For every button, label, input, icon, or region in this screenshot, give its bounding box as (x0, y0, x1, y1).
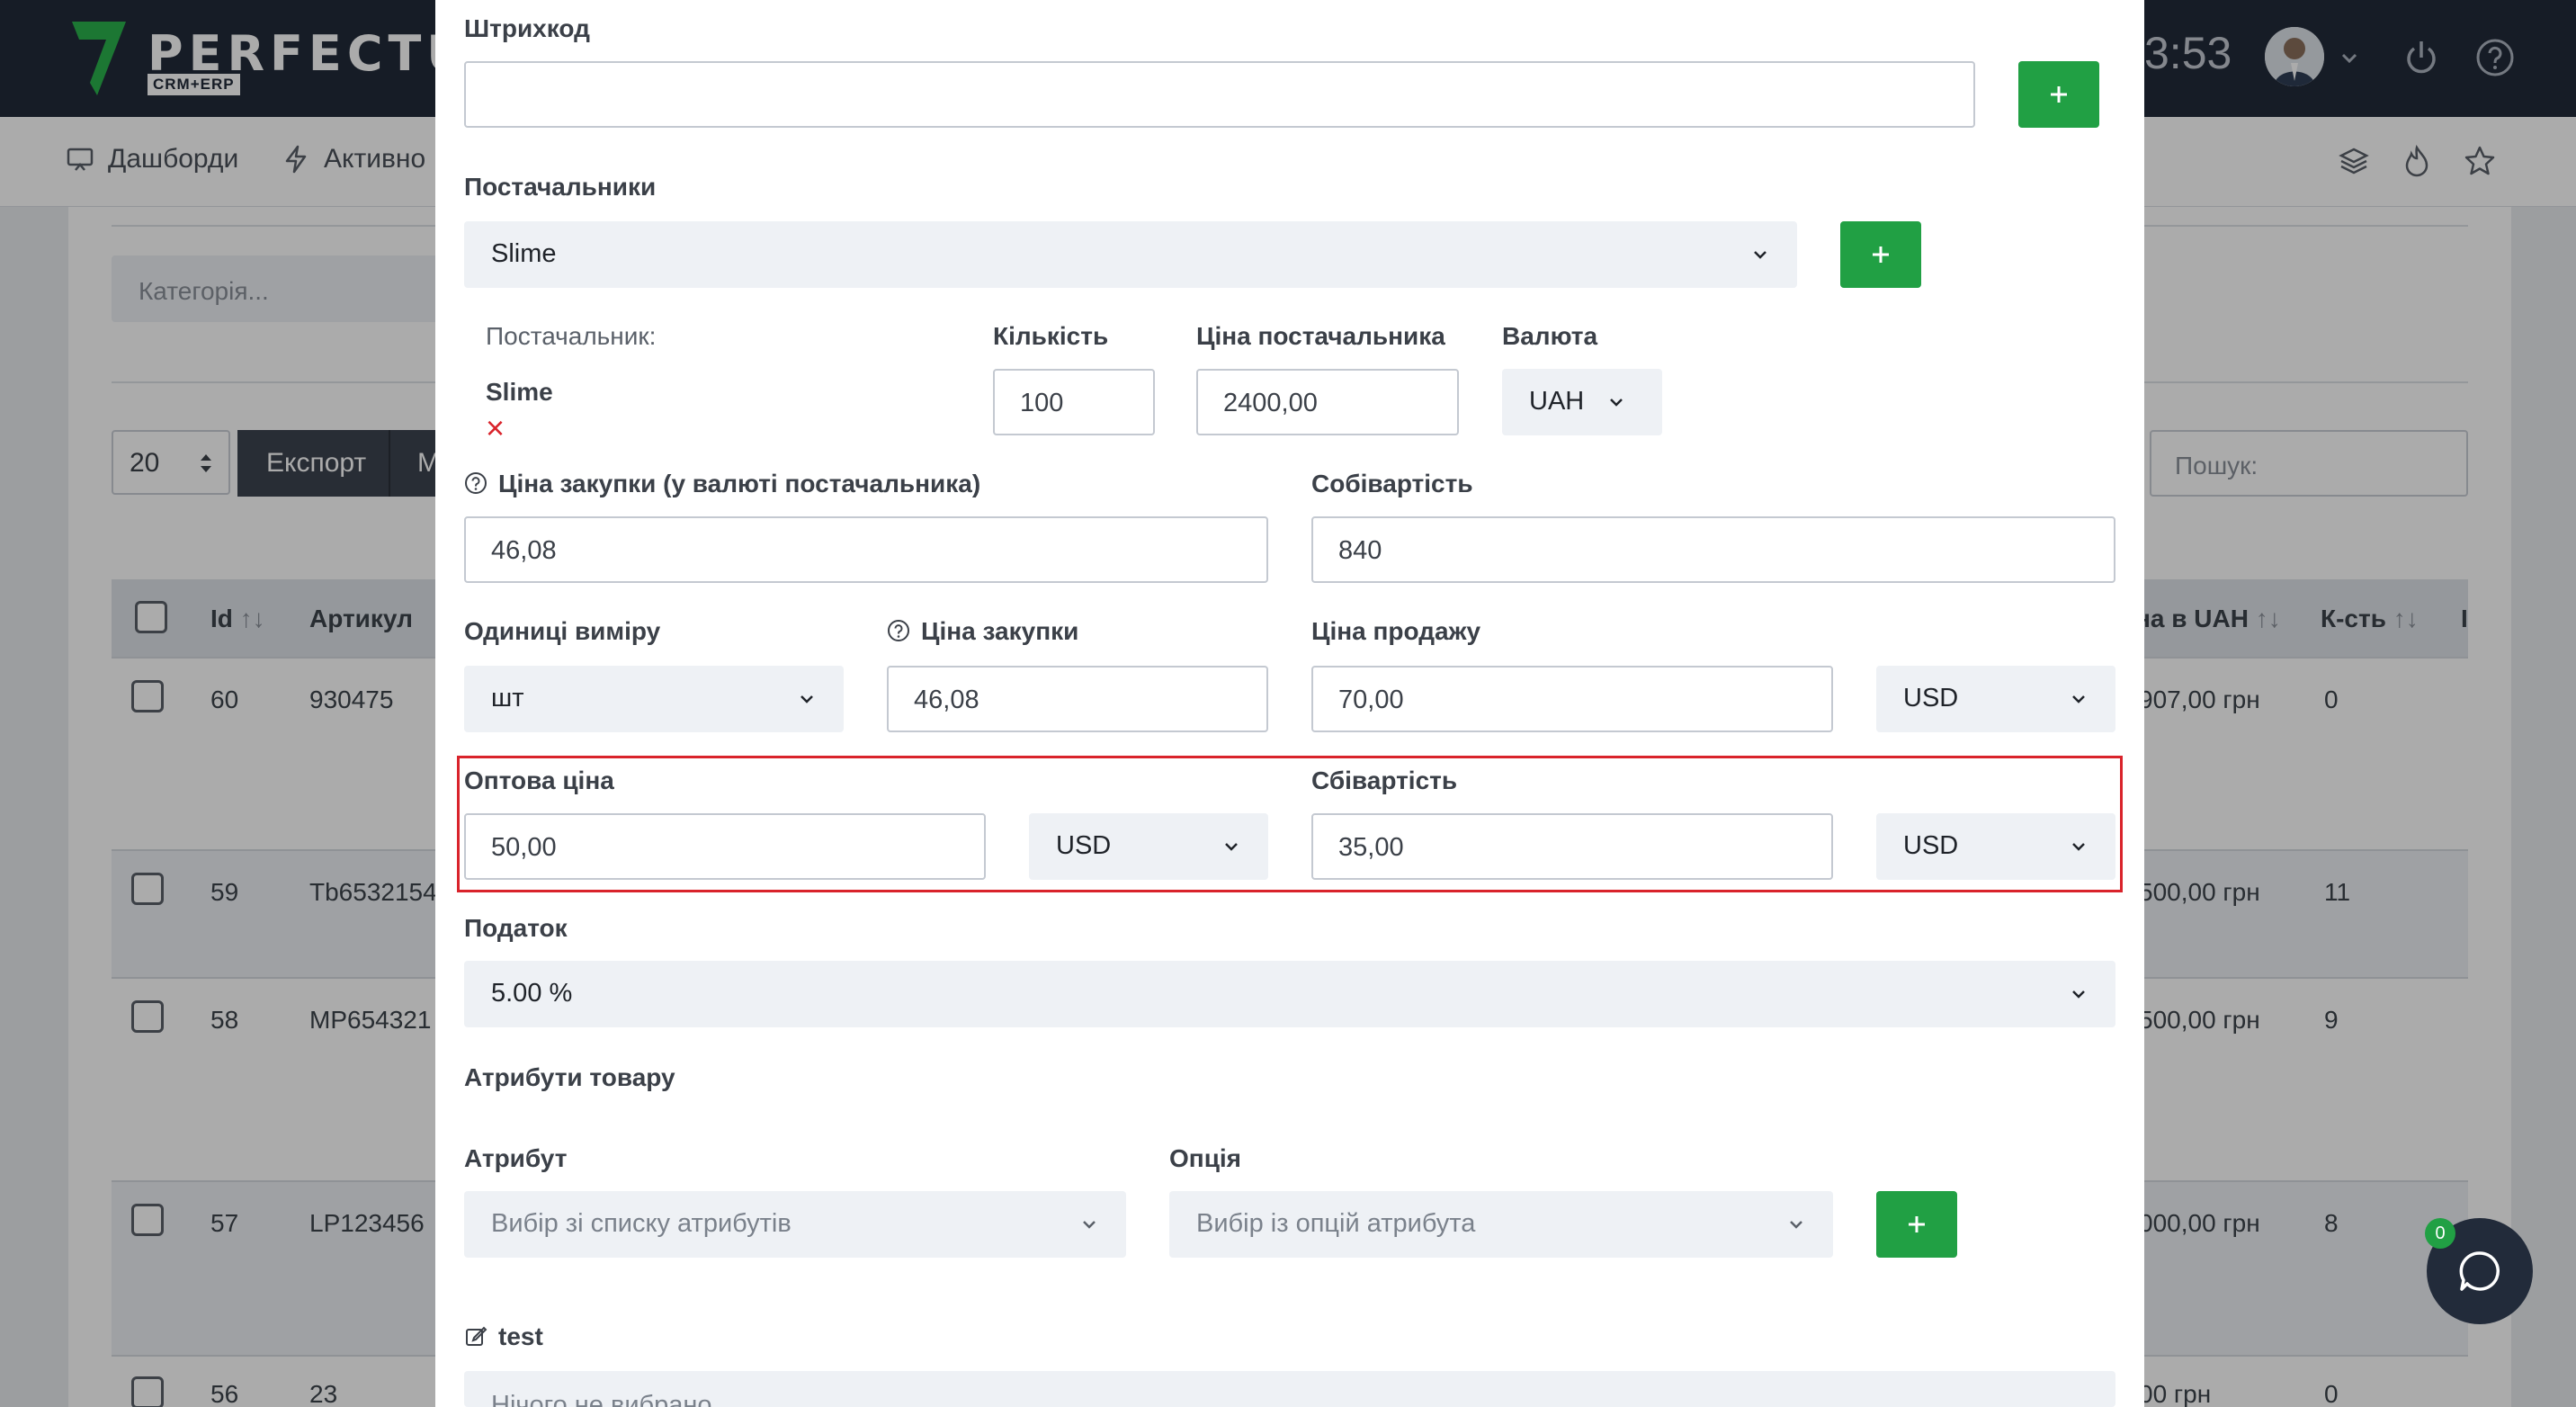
purchase-price-supplier-label: Ціна закупки (у валюті постачальника) (464, 470, 980, 498)
option-placeholder: Вибір із опцій атрибута (1196, 1209, 1476, 1238)
wholesale-price-label: Оптова ціна (464, 766, 614, 794)
supplier-name: Slime (486, 378, 553, 406)
chevron-down-icon (1225, 843, 1238, 851)
wholesale-currency-select[interactable]: USD (1029, 813, 1268, 880)
supplier-currency-value: UAH (1529, 387, 1585, 416)
supplier-select[interactable]: Slime (464, 221, 1797, 288)
chevron-down-icon (2072, 695, 2085, 704)
cost2-currency-select[interactable]: USD (1876, 813, 2115, 880)
plus-icon (1873, 246, 1889, 263)
add-barcode-button[interactable] (2018, 61, 2099, 128)
supplier-select-value: Slime (491, 239, 557, 268)
cost-label: Собівартість (1311, 470, 1473, 497)
suppliers-label: Постачальники (464, 173, 657, 201)
supplier-price-input[interactable]: 2400,00 (1196, 369, 1459, 435)
cost2-input[interactable]: 35,00 (1311, 813, 1833, 880)
plus-icon (2051, 86, 2067, 103)
chevron-down-icon (1083, 1221, 1096, 1229)
units-value: шт (491, 684, 524, 712)
option-select[interactable]: Вибір із опцій атрибута (1169, 1191, 1833, 1258)
tax-label: Податок (464, 914, 568, 942)
remove-supplier-icon[interactable]: × (486, 410, 505, 446)
question-circle-icon[interactable] (464, 471, 487, 495)
qty-label: Кількість (993, 322, 1109, 350)
tax-value: 5.00 % (491, 979, 573, 1008)
chevron-down-icon (2072, 990, 2085, 999)
attribute-label: Атрибут (464, 1144, 568, 1172)
sale-price-input[interactable]: 70,00 (1311, 666, 1833, 732)
test-select[interactable]: Нічого не вибрано (464, 1371, 2115, 1407)
cost-input[interactable]: 840 (1311, 516, 2115, 583)
units-label: Одиниці виміру (464, 617, 661, 645)
currency-label: Валюта (1502, 322, 1598, 350)
attribute-placeholder: Вибір зі списку атрибутів (491, 1209, 792, 1238)
chevron-down-icon (801, 695, 813, 704)
purchase-price-supplier-input[interactable]: 46,08 (464, 516, 1268, 583)
chevron-down-icon (1754, 251, 1767, 259)
cost2-label: Сбівартість (1311, 766, 1458, 794)
barcode-input[interactable] (464, 61, 1975, 128)
chat-unread-badge: 0 (2425, 1218, 2455, 1249)
barcode-label: Штрихкод (464, 14, 590, 42)
wholesale-price-input[interactable]: 50,00 (464, 813, 986, 880)
plus-icon (1909, 1216, 1925, 1232)
attribute-select[interactable]: Вибір зі списку атрибутів (464, 1191, 1126, 1258)
add-supplier-button[interactable] (1840, 221, 1921, 288)
question-circle-icon[interactable] (887, 619, 910, 642)
chat-bubble-icon (2459, 1251, 2500, 1291)
units-select[interactable]: шт (464, 666, 844, 732)
cost2-currency-value: USD (1903, 831, 1959, 860)
sale-price-currency-select[interactable]: USD (1876, 666, 2115, 732)
option-label: Опція (1169, 1144, 1242, 1172)
sale-price-label: Ціна продажу (1311, 617, 1481, 645)
purchase-price-input[interactable]: 46,08 (887, 666, 1268, 732)
chevron-down-icon (1610, 399, 1623, 407)
edit-icon[interactable] (464, 1324, 487, 1348)
supplier-caption: Постачальник: (486, 322, 657, 350)
supplier-currency-select[interactable]: UAH (1502, 369, 1662, 435)
tax-select[interactable]: 5.00 % (464, 961, 2115, 1027)
chevron-down-icon (2072, 843, 2085, 851)
add-attribute-button[interactable] (1876, 1191, 1957, 1258)
qty-input[interactable]: 100 (993, 369, 1155, 435)
attributes-title: Атрибути товару (464, 1063, 675, 1091)
sale-price-currency-value: USD (1903, 684, 1959, 712)
test-placeholder: Нічого не вибрано (491, 1391, 712, 1407)
wholesale-currency-value: USD (1056, 831, 1112, 860)
chevron-down-icon (1790, 1221, 1802, 1229)
purchase-price-label: Ціна закупки (887, 617, 1078, 646)
supplier-price-label: Ціна постачальника (1196, 322, 1445, 350)
test-label: test (464, 1322, 543, 1351)
